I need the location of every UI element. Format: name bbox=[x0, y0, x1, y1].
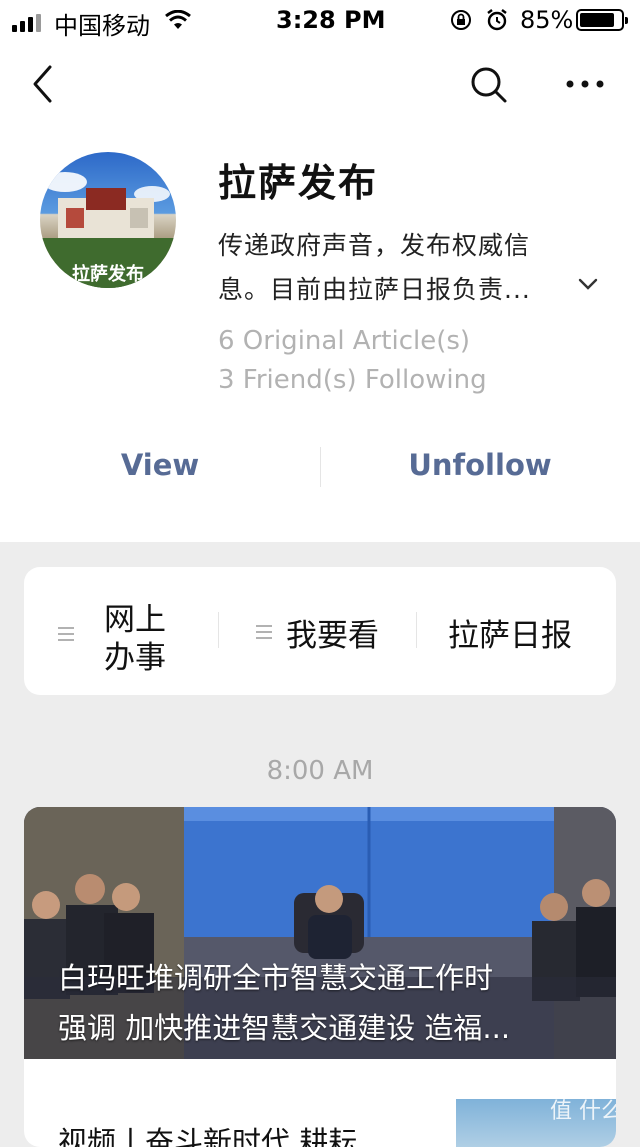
search-button[interactable] bbox=[470, 66, 508, 104]
menu-icon bbox=[256, 625, 272, 643]
alarm-icon bbox=[485, 8, 509, 36]
original-articles-count: 6 Original Article(s) bbox=[218, 326, 471, 356]
menu-divider bbox=[218, 612, 219, 648]
chevron-left-icon bbox=[33, 65, 52, 103]
ellipsis-icon bbox=[566, 80, 604, 88]
clock-label: 3:28 PM bbox=[276, 6, 386, 34]
battery-icon bbox=[576, 9, 628, 31]
article-title-cont: 强调 加快推进智慧交通建设 造福... bbox=[58, 1011, 511, 1045]
menu-item-label-cont: 办事 bbox=[104, 640, 166, 676]
menu-item-label: 拉萨日报 bbox=[448, 618, 572, 654]
friends-following-count: 3 Friend(s) Following bbox=[218, 365, 487, 395]
message-timestamp: 8:00 AM bbox=[266, 756, 374, 786]
more-button[interactable] bbox=[566, 78, 604, 90]
menu-divider bbox=[416, 612, 417, 648]
menu-item-lhasa-daily[interactable]: 拉萨日报 bbox=[448, 610, 598, 654]
watermark: 值 什么值得买 bbox=[550, 1099, 616, 1124]
search-icon bbox=[471, 67, 507, 103]
signal-icon bbox=[12, 14, 48, 32]
account-description: 传递政府声音，发布权威信 bbox=[218, 231, 531, 260]
avatar-caption: 拉萨发布 bbox=[72, 264, 144, 285]
account-name: 拉萨发布 bbox=[218, 161, 379, 205]
carrier-label: 中国移动 bbox=[54, 12, 150, 40]
menu-item-must-see[interactable]: 我要看 bbox=[254, 610, 404, 654]
menu-item-label: 我要看 bbox=[286, 618, 379, 654]
account-description-cont: 息。目前由拉萨日报负责... bbox=[218, 275, 531, 304]
expand-description-button[interactable] bbox=[578, 276, 598, 295]
menu-item-online-services[interactable]: 网上 办事 bbox=[56, 596, 216, 676]
article-title[interactable]: 视频丨奋斗新时代 耕耘 bbox=[58, 1119, 357, 1147]
menu-icon bbox=[58, 627, 74, 645]
chevron-down-icon bbox=[578, 278, 598, 290]
wifi-icon bbox=[164, 9, 192, 34]
battery-percent: 85% bbox=[520, 6, 574, 34]
back-button[interactable] bbox=[30, 64, 56, 104]
view-button[interactable]: View bbox=[0, 448, 320, 482]
unfollow-button[interactable]: Unfollow bbox=[320, 448, 640, 482]
article-title: 白玛旺堆调研全市智慧交通工作时 bbox=[58, 961, 494, 995]
avatar[interactable]: 拉萨发布 bbox=[40, 152, 176, 288]
status-bar: 中国移动 3:28 PM 85% bbox=[0, 0, 640, 40]
article-cover-image: 白玛旺堆调研全市智慧交通工作时 强调 加快推进智慧交通建设 造福... bbox=[24, 807, 616, 1059]
rotation-lock-icon bbox=[450, 9, 472, 35]
article-card[interactable]: 白玛旺堆调研全市智慧交通工作时 强调 加快推进智慧交通建设 造福... 视频丨奋… bbox=[24, 807, 616, 1147]
